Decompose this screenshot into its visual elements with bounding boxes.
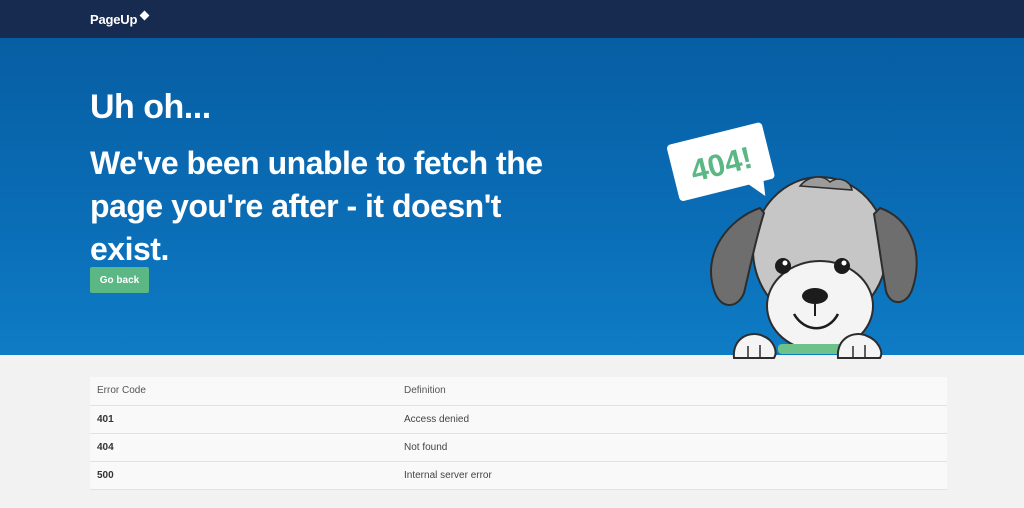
table-row: 404 Not found xyxy=(90,433,947,462)
pageup-logo[interactable]: PageUp xyxy=(90,12,137,27)
error-code-table: Error Code Definition 401 Access denied … xyxy=(90,377,947,490)
column-header-error-code: Error Code xyxy=(90,377,397,406)
error-code-cell: 500 xyxy=(90,461,397,490)
page-title: Uh oh... xyxy=(90,88,211,126)
table-row: 401 Access denied xyxy=(90,405,947,434)
table-row: 500 Internal server error xyxy=(90,461,947,490)
table-header-row: Error Code Definition xyxy=(90,377,947,406)
definition-cell: Internal server error xyxy=(397,461,947,490)
logo-diamond-icon xyxy=(139,10,150,21)
error-message: We've been unable to fetch the page you'… xyxy=(90,145,543,267)
top-nav-bar: PageUp xyxy=(0,0,1024,38)
definition-cell: Access denied xyxy=(397,405,947,434)
go-back-button[interactable]: Go back xyxy=(90,267,149,293)
speech-bubble: 404! xyxy=(667,122,775,201)
error-code-cell: 401 xyxy=(90,405,397,434)
column-header-definition: Definition xyxy=(397,377,947,406)
error-code-cell: 404 xyxy=(90,433,397,462)
dog-404-illustration: 404! xyxy=(667,122,918,359)
definition-cell: Not found xyxy=(397,433,947,462)
